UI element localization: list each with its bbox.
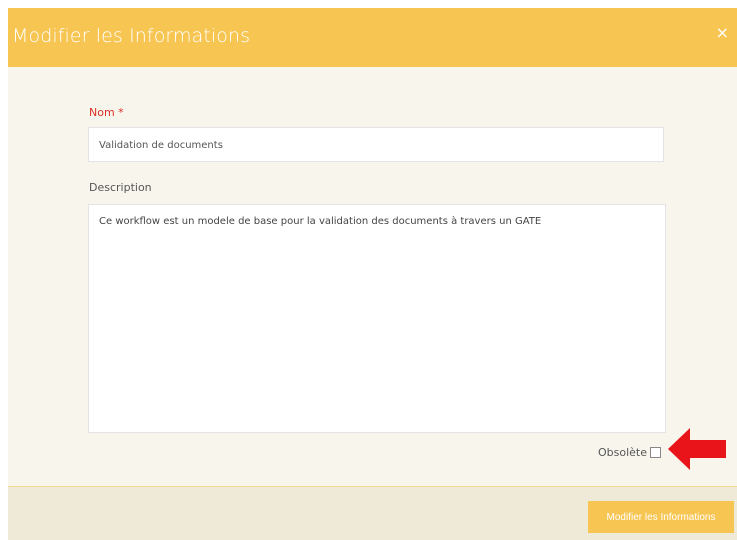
dialog-footer: Modifier les Informations <box>8 486 737 540</box>
edit-info-dialog: Modifier les Informations × Nom * Valida… <box>8 8 737 540</box>
dialog-header: Modifier les Informations × <box>8 8 737 67</box>
close-icon[interactable]: × <box>716 25 729 41</box>
obsolete-checkbox[interactable] <box>650 446 662 458</box>
red-arrow-icon <box>668 428 726 470</box>
description-label: Description <box>89 181 152 194</box>
name-label: Nom * <box>89 106 124 119</box>
submit-button[interactable]: Modifier les Informations <box>588 501 734 533</box>
obsolete-label: Obsolète <box>598 445 648 459</box>
name-input[interactable]: Validation de documents <box>88 127 664 162</box>
dialog-title: Modifier les Informations <box>12 25 251 47</box>
obsolete-row: Obsolète <box>598 445 662 459</box>
description-textarea[interactable]: Ce workflow est un modele de base pour l… <box>88 204 666 433</box>
